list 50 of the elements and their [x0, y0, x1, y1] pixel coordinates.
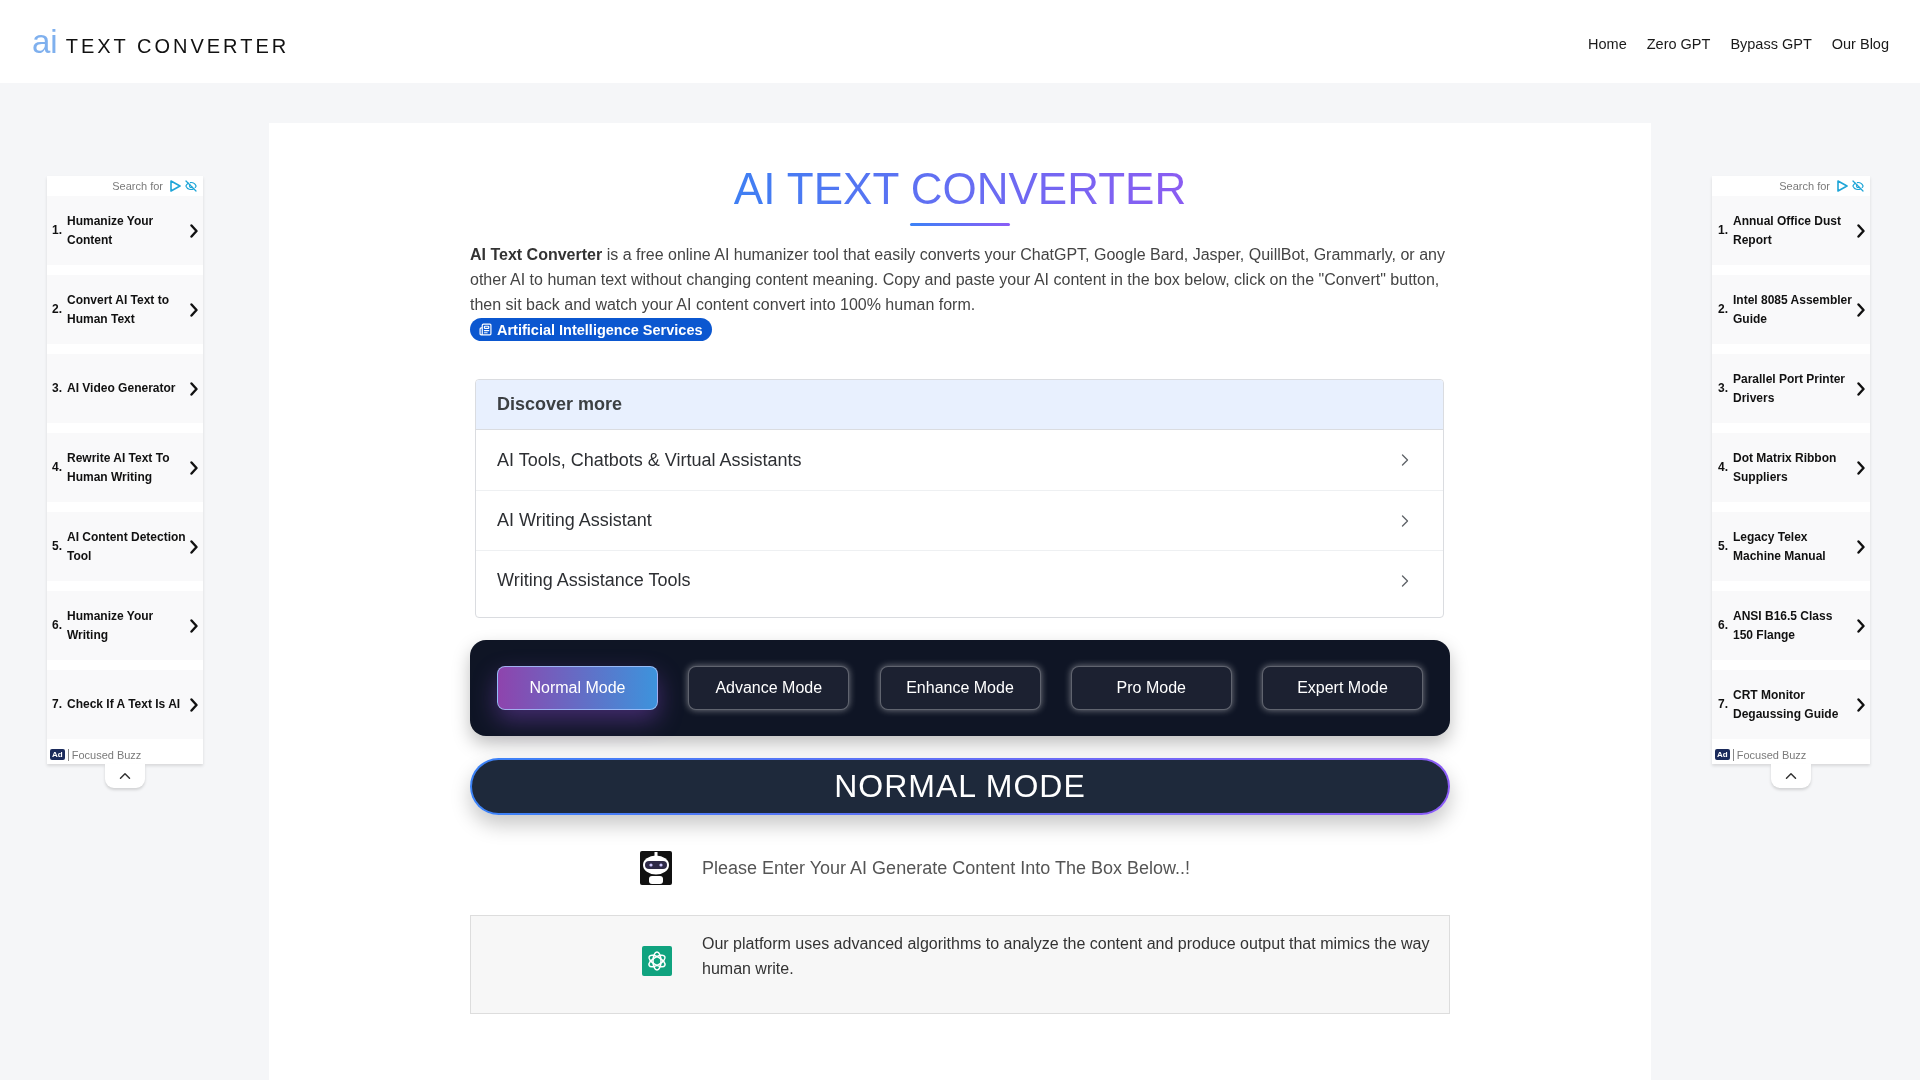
play-icon[interactable]: [1837, 180, 1848, 192]
sponsor-name: Focused Buzz: [1736, 748, 1807, 761]
knot-icon: [642, 946, 672, 976]
chevron-right-icon: [190, 618, 198, 633]
logo-text[interactable]: TEXT CONVERTER: [65, 36, 290, 56]
play-icon[interactable]: [170, 180, 181, 192]
search-label: Search for: [112, 180, 163, 192]
ad-badge: Ad: [50, 749, 65, 760]
chevron-right-icon: [190, 697, 198, 712]
chevron-right-icon: [1857, 697, 1865, 712]
chevron-right-icon: [1857, 460, 1865, 475]
mode-button[interactable]: Advance Mode: [688, 666, 850, 710]
newspaper-icon: [479, 323, 492, 336]
nav-link[interactable]: Home: [1588, 35, 1627, 52]
sponsor-name: Focused Buzz: [71, 748, 142, 761]
chevron-right-icon: [1857, 223, 1865, 238]
chevron-right-icon: [1857, 381, 1865, 396]
prompt-text: Please Enter Your AI Generate Content Into The Box Below..!: [702, 857, 1190, 879]
mode-heading: NORMAL MODE: [470, 758, 1450, 815]
search-label: Search for: [1779, 180, 1830, 192]
ad-badge: Ad: [1715, 749, 1730, 760]
mode-button[interactable]: Expert Mode: [1262, 666, 1423, 710]
chevron-right-icon: [190, 302, 198, 317]
chevron-right-icon: [190, 223, 198, 238]
collapse-button[interactable]: [105, 764, 145, 788]
chevron-right-icon: [1857, 302, 1865, 317]
info-text: Our platform uses advanced algorithms to analyze the content and produce output that mimics the way human write.: [702, 934, 1431, 979]
discover-heading: Discover more: [476, 380, 1443, 430]
ad-link[interactable]: 3. AI Video Generator: [47, 354, 203, 423]
nav-link[interactable]: Our Blog: [1831, 35, 1889, 52]
discover-link[interactable]: AI Tools, Chatbots & Virtual Assistants: [476, 430, 1443, 490]
nav-link[interactable]: Zero GPT: [1646, 35, 1711, 52]
nav-link[interactable]: Bypass GPT: [1730, 35, 1812, 52]
mode-button[interactable]: Pro Mode: [1070, 666, 1232, 710]
robot-icon: [640, 851, 672, 885]
eye-off-icon[interactable]: [1852, 180, 1864, 192]
chevron-right-icon: [190, 460, 198, 475]
description: AI Text Converter is a free online AI humanizer tool that easily converts your ChatGPT, Google Bard, Jasper, QuillBot, Grammarly, or any other AI to human text without changing content meaning. Copy and paste your AI content in the box below, click on the "Convert" button, then sit back and watch your AI content convert into 100% human form.: [470, 245, 1446, 315]
discover-link[interactable]: AI Writing Assistant: [476, 490, 1443, 550]
chevron-right-icon: [1857, 618, 1865, 633]
category-badge[interactable]: Artificial Intelligence Services: [470, 318, 712, 341]
mode-button[interactable]: Enhance Mode: [879, 666, 1041, 710]
collapse-button[interactable]: [1771, 764, 1811, 788]
chevron-right-icon: [1857, 539, 1865, 554]
discover-link[interactable]: Writing Assistance Tools: [476, 550, 1443, 610]
eye-off-icon[interactable]: [185, 180, 197, 192]
ad-link[interactable]: 7. Check If A Text Is AI: [47, 670, 203, 739]
chevron-right-icon: [190, 539, 198, 554]
chevron-right-icon: [190, 381, 198, 396]
mode-button[interactable]: Normal Mode: [497, 666, 658, 710]
